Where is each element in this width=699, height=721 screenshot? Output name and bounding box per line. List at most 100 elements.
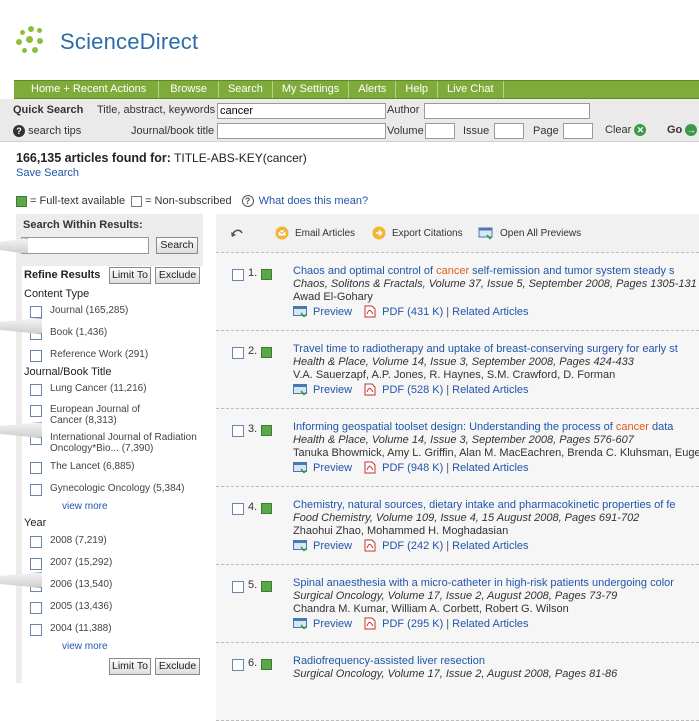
- keywords-input[interactable]: [217, 103, 386, 119]
- filter-label: 2008 (7,219): [50, 535, 107, 546]
- callout-pointer: [0, 238, 28, 254]
- checkbox[interactable]: [30, 405, 42, 417]
- checkbox[interactable]: [30, 624, 42, 636]
- email-articles-button[interactable]: Email Articles: [275, 226, 355, 240]
- filter-gynecologic-oncology[interactable]: Gynecologic Oncology (5,384): [30, 483, 185, 496]
- related-articles-link[interactable]: Related Articles: [452, 306, 528, 318]
- filter-year-2007[interactable]: 2007 (15,292): [30, 557, 112, 570]
- filter-year-2006[interactable]: 2006 (13,540): [30, 579, 112, 592]
- result-title-link[interactable]: Chaos and optimal control of cancer self…: [293, 265, 675, 277]
- journal-title-input[interactable]: [217, 123, 386, 139]
- filter-reference-work[interactable]: Reference Work (291): [30, 349, 148, 362]
- pdf-link[interactable]: PDF (431 K): [382, 306, 443, 318]
- result-source: Surgical Oncology, Volume 17, Issue 2, A…: [293, 668, 618, 680]
- result-checkbox[interactable]: [232, 425, 244, 437]
- search-within-input[interactable]: [21, 237, 149, 254]
- checkbox[interactable]: [30, 536, 42, 548]
- checkbox[interactable]: [30, 350, 42, 362]
- result-title-link[interactable]: Chemistry, natural sources, dietary inta…: [293, 499, 676, 511]
- filter-year-2008[interactable]: 2008 (7,219): [30, 535, 107, 548]
- search-tips-label: search tips: [28, 125, 82, 137]
- back-arrow-button[interactable]: [230, 226, 250, 240]
- pdf-link[interactable]: PDF (948 K): [382, 462, 443, 474]
- filter-lung-cancer[interactable]: Lung Cancer (11,216): [30, 383, 147, 396]
- preview-link[interactable]: Preview: [313, 384, 352, 396]
- filter-year-2004[interactable]: 2004 (11,388): [30, 623, 112, 636]
- preview-link[interactable]: Preview: [313, 618, 352, 630]
- result-authors: Tanuka Bhowmick, Amy L. Griffin, Alan M.…: [293, 447, 699, 459]
- journal-book-title-heading: Journal/Book Title: [24, 366, 112, 378]
- journal-book-title-label: Journal/book title: [131, 125, 215, 137]
- title-text: Spinal anaesthesia with a micro-catheter…: [293, 577, 674, 589]
- search-within-button[interactable]: Search: [156, 237, 198, 254]
- issue-input[interactable]: [494, 123, 524, 139]
- related-articles-link[interactable]: Related Articles: [452, 618, 528, 630]
- page-input[interactable]: [563, 123, 593, 139]
- filter-label: 2005 (13,436): [50, 601, 113, 612]
- filter-intl-journal-radiation-oncology[interactable]: International Journal of Radiation Oncolo…: [30, 432, 197, 454]
- title-text: data: [648, 421, 674, 433]
- clear-x-icon: ✕: [634, 124, 647, 137]
- checkbox[interactable]: [30, 462, 42, 474]
- nav-home-recent-actions[interactable]: Home + Recent Actions: [14, 81, 160, 98]
- sciencedirect-logo[interactable]: ScienceDirect: [14, 22, 198, 62]
- filter-label: European Journal of Cancer (8,313): [50, 404, 140, 426]
- nav-help[interactable]: Help: [396, 81, 439, 98]
- result-title-link[interactable]: Travel time to radiotherapy and uptake o…: [293, 343, 678, 355]
- checkbox[interactable]: [30, 306, 42, 318]
- filter-label: International Journal of Radiation Oncolo…: [50, 432, 197, 454]
- nav-browse[interactable]: Browse: [159, 81, 219, 98]
- result-checkbox[interactable]: [232, 503, 244, 515]
- result-links: Preview PDF (242 K) | Related Articles: [293, 539, 529, 552]
- search-tips-link[interactable]: ? search tips: [13, 125, 82, 138]
- preview-link[interactable]: Preview: [313, 540, 352, 552]
- clear-button[interactable]: Clear ✕: [605, 124, 647, 137]
- non-subscribed-legend-label: = Non-subscribed: [145, 195, 232, 207]
- result-title-link[interactable]: Spinal anaesthesia with a micro-catheter…: [293, 577, 674, 589]
- result-title-link[interactable]: Radiofrequency-assisted liver resection: [293, 655, 485, 667]
- result-checkbox[interactable]: [232, 659, 244, 671]
- pdf-link[interactable]: PDF (528 K): [382, 384, 443, 396]
- what-does-this-mean-link[interactable]: What does this mean?: [259, 195, 368, 207]
- pdf-icon: [364, 461, 376, 474]
- related-articles-link[interactable]: Related Articles: [452, 540, 528, 552]
- limit-to-button[interactable]: Limit To: [109, 267, 151, 284]
- results-query: TITLE-ABS-KEY(cancer): [170, 151, 307, 165]
- export-citations-button[interactable]: Export Citations: [372, 226, 463, 240]
- nav-live-chat[interactable]: Live Chat: [438, 81, 504, 98]
- filter-year-2005[interactable]: 2005 (13,436): [30, 601, 112, 614]
- related-articles-link[interactable]: Related Articles: [452, 384, 528, 396]
- preview-link[interactable]: Preview: [313, 306, 352, 318]
- checkbox[interactable]: [30, 558, 42, 570]
- result-checkbox[interactable]: [232, 269, 244, 281]
- nav-my-settings[interactable]: My Settings: [273, 81, 350, 98]
- result-title-link[interactable]: Informing geospatial toolset design: Und…: [293, 421, 673, 433]
- pdf-link[interactable]: PDF (295 K): [382, 618, 443, 630]
- volume-input[interactable]: [425, 123, 455, 139]
- view-more-journals-link[interactable]: view more: [62, 501, 108, 512]
- exclude-button[interactable]: Exclude: [155, 267, 200, 284]
- nav-alerts[interactable]: Alerts: [349, 81, 397, 98]
- go-button[interactable]: Go →: [667, 124, 698, 137]
- related-articles-link[interactable]: Related Articles: [452, 462, 528, 474]
- open-all-previews-button[interactable]: Open All Previews: [478, 226, 581, 240]
- result-checkbox[interactable]: [232, 347, 244, 359]
- author-input[interactable]: [424, 103, 590, 119]
- checkbox[interactable]: [30, 484, 42, 496]
- filter-the-lancet[interactable]: The Lancet (6,885): [30, 461, 135, 474]
- checkbox[interactable]: [30, 384, 42, 396]
- nav-search[interactable]: Search: [219, 81, 273, 98]
- result-item: 6. Radiofrequency-assisted liver resectio…: [216, 643, 699, 721]
- result-checkbox[interactable]: [232, 581, 244, 593]
- filter-european-journal-of-cancer[interactable]: European Journal of Cancer (8,313): [30, 404, 140, 426]
- save-search-link[interactable]: Save Search: [16, 167, 79, 179]
- pdf-link[interactable]: PDF (242 K): [382, 540, 443, 552]
- checkbox[interactable]: [30, 602, 42, 614]
- view-more-years-link[interactable]: view more: [62, 641, 108, 652]
- result-number: 2.: [248, 345, 258, 357]
- filter-journal[interactable]: Journal (165,285): [30, 305, 128, 318]
- filter-label: Journal (165,285): [50, 305, 129, 316]
- limit-to-button-bottom[interactable]: Limit To: [109, 658, 151, 675]
- exclude-button-bottom[interactable]: Exclude: [155, 658, 200, 675]
- preview-link[interactable]: Preview: [313, 462, 352, 474]
